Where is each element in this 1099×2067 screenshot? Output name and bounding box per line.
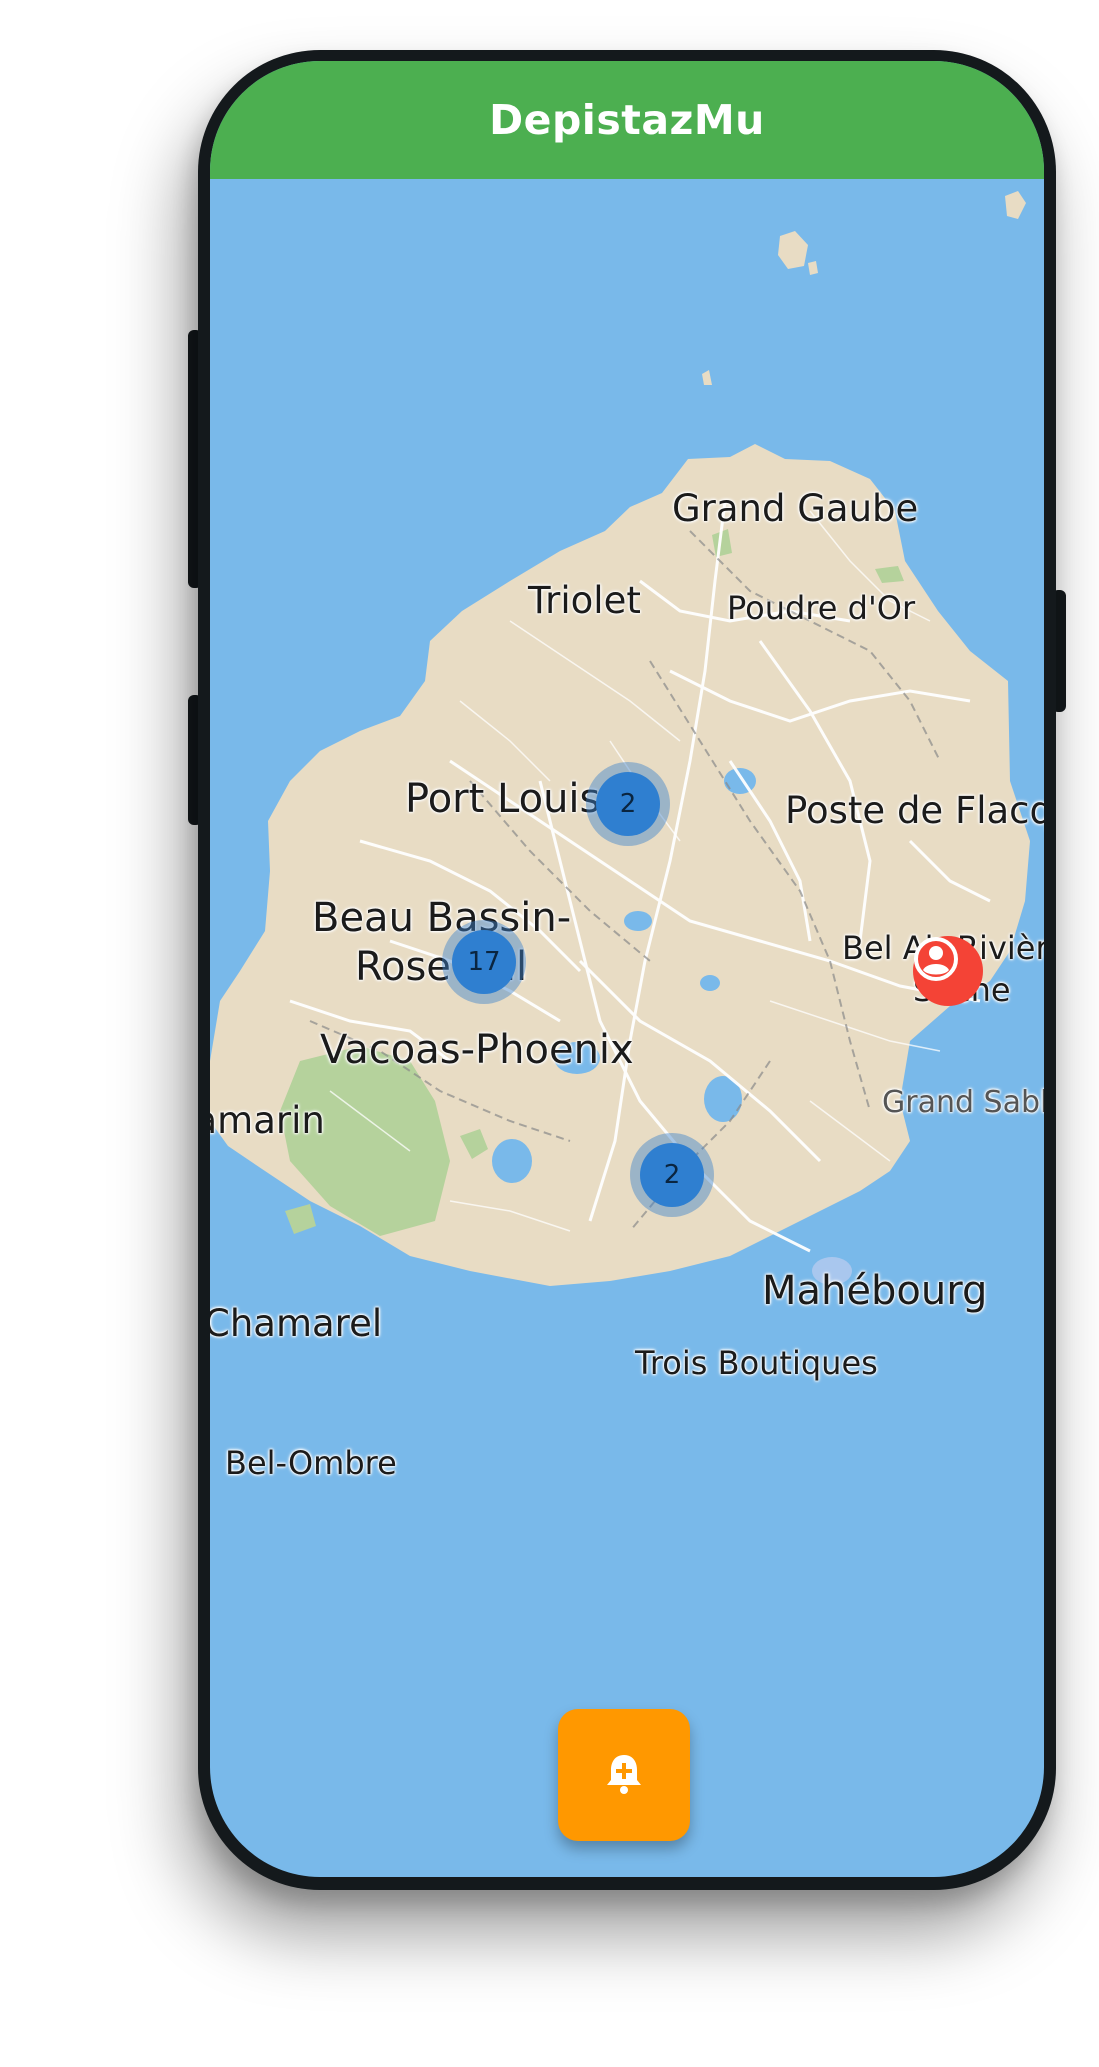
- phone-screen: Grand Gaube Triolet Poudre d'Or Port Lou…: [210, 61, 1044, 1877]
- cluster-count: 17: [452, 930, 516, 994]
- cluster-count: 2: [640, 1143, 704, 1207]
- cluster-marker[interactable]: 2: [586, 762, 670, 846]
- map-view[interactable]: Grand Gaube Triolet Poudre d'Or Port Lou…: [210, 61, 1044, 1877]
- report-fab-button[interactable]: [558, 1709, 690, 1841]
- map-label-grand-gaube: Grand Gaube: [672, 487, 919, 530]
- cluster-marker[interactable]: 17: [442, 920, 526, 1004]
- map-label-mahebourg: Mahébourg: [762, 1268, 988, 1314]
- bell-plus-icon: [601, 1750, 647, 1800]
- map-label-vacoas-phoenix: Vacoas-Phoenix: [320, 1027, 634, 1073]
- map-label-chamarel: Chamarel: [210, 1302, 383, 1345]
- app-bar: DepistazMu: [210, 61, 1044, 179]
- user-location-marker[interactable]: [913, 936, 983, 1006]
- map-label-grand-sable: Grand Sable: [882, 1085, 1044, 1120]
- map-label-poste-de-flacq: Poste de Flacq: [785, 789, 1044, 832]
- map-label-trois-boutiques: Trois Boutiques: [635, 1344, 878, 1382]
- app-title: DepistazMu: [489, 96, 765, 144]
- map-label-port-louis: Port Louis: [405, 776, 601, 822]
- cluster-marker[interactable]: 2: [630, 1133, 714, 1217]
- map-label-tamarin: Tamarin: [210, 1099, 325, 1142]
- map-label-poudre-dor: Poudre d'Or: [727, 589, 916, 627]
- map-label-triolet: Triolet: [528, 579, 641, 622]
- cluster-count: 2: [596, 772, 660, 836]
- map-label-beau-bassin-line1: Beau Bassin-: [312, 895, 572, 941]
- map-label-bel-ombre: Bel-Ombre: [225, 1444, 397, 1482]
